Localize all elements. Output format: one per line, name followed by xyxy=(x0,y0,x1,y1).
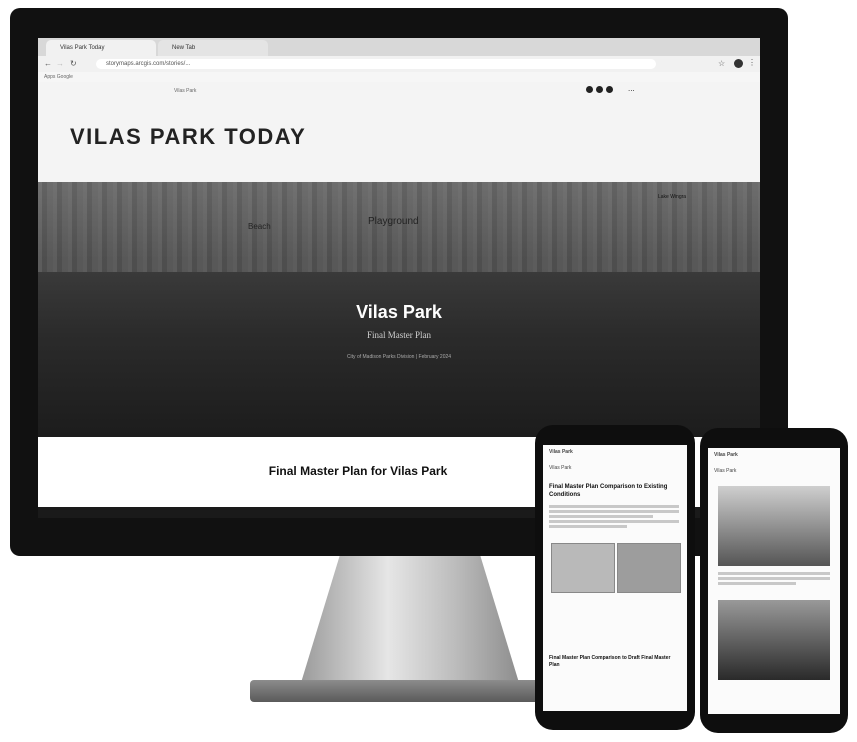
profile-icon[interactable] xyxy=(734,59,743,68)
menu-icon[interactable]: ⋮ xyxy=(748,58,756,68)
phone-right: Vilas Park Vilas Park xyxy=(700,428,848,733)
monitor-base xyxy=(250,680,580,702)
phone-right-photo-1 xyxy=(718,486,830,566)
phone-right-header: Vilas Park xyxy=(714,452,738,458)
phone-left-body-text xyxy=(549,503,679,530)
phone-left-section-label: Vilas Park xyxy=(549,465,572,471)
hero-byline: City of Madison Parks Division | Februar… xyxy=(346,354,452,360)
reload-icon[interactable]: ↻ xyxy=(70,59,77,69)
forward-icon[interactable]: → xyxy=(56,59,64,69)
hero-subtitle: Final Master Plan xyxy=(367,330,431,340)
phone-right-screen: Vilas Park Vilas Park xyxy=(708,448,840,714)
phone-right-body-text xyxy=(718,570,830,587)
phone-left: Vilas Park Vilas Park Final Master Plan … xyxy=(535,425,695,730)
phone-left-article-title[interactable]: Final Master Plan Comparison to Existing… xyxy=(549,483,679,499)
address-bar-url: storymaps.arcgis.com/stories/... xyxy=(106,61,191,67)
phone-left-screen: Vilas Park Vilas Park Final Master Plan … xyxy=(543,445,687,711)
site-header: Vilas Park ... VILAS PARK TODAY xyxy=(38,82,760,182)
hero-title: Vilas Park xyxy=(356,302,442,322)
browser-tab-active[interactable]: Vilas Park Today xyxy=(46,40,156,56)
site-title: VILAS PARK TODAY xyxy=(70,124,307,149)
phone-right-section-label: Vilas Park xyxy=(714,468,737,474)
browser-tab-label: Vilas Park Today xyxy=(60,45,105,51)
link-icon[interactable] xyxy=(606,86,613,93)
star-icon[interactable]: ☆ xyxy=(718,59,725,69)
browser-toolbar: ← → ↻ storymaps.arcgis.com/stories/... ☆… xyxy=(38,56,760,72)
phone-left-map-image-1 xyxy=(551,543,615,593)
bookmarks-bar: Apps Google xyxy=(38,72,760,82)
monitor-stand xyxy=(300,556,520,686)
bookmarks-text[interactable]: Apps Google xyxy=(44,74,73,80)
back-icon[interactable]: ← xyxy=(44,59,52,69)
hero-aerial-photo: Playground Lake Wingra Beach Vilas Park … xyxy=(38,182,760,437)
map-label-playground: Playground xyxy=(368,216,419,227)
site-nav-label[interactable]: Vilas Park xyxy=(174,88,196,94)
address-bar[interactable]: storymaps.arcgis.com/stories/... xyxy=(96,59,656,69)
phone-left-header: Vilas Park xyxy=(549,449,573,455)
map-label-beach: Beach xyxy=(248,222,271,231)
phone-left-article-title-2[interactable]: Final Master Plan Comparison to Draft Fi… xyxy=(549,655,679,669)
twitter-icon[interactable] xyxy=(596,86,603,93)
browser-tab-label-2: New Tab xyxy=(172,45,196,51)
facebook-icon[interactable] xyxy=(586,86,593,93)
more-icon[interactable]: ... xyxy=(628,84,635,93)
phone-left-map-image-2 xyxy=(617,543,681,593)
hero-map-overlay xyxy=(38,182,760,272)
phone-right-photo-2 xyxy=(718,600,830,680)
map-label-lake: Lake Wingra xyxy=(658,194,687,200)
browser-tab-strip: Vilas Park Today New Tab xyxy=(38,38,760,56)
browser-tab-new[interactable]: New Tab xyxy=(158,40,268,56)
